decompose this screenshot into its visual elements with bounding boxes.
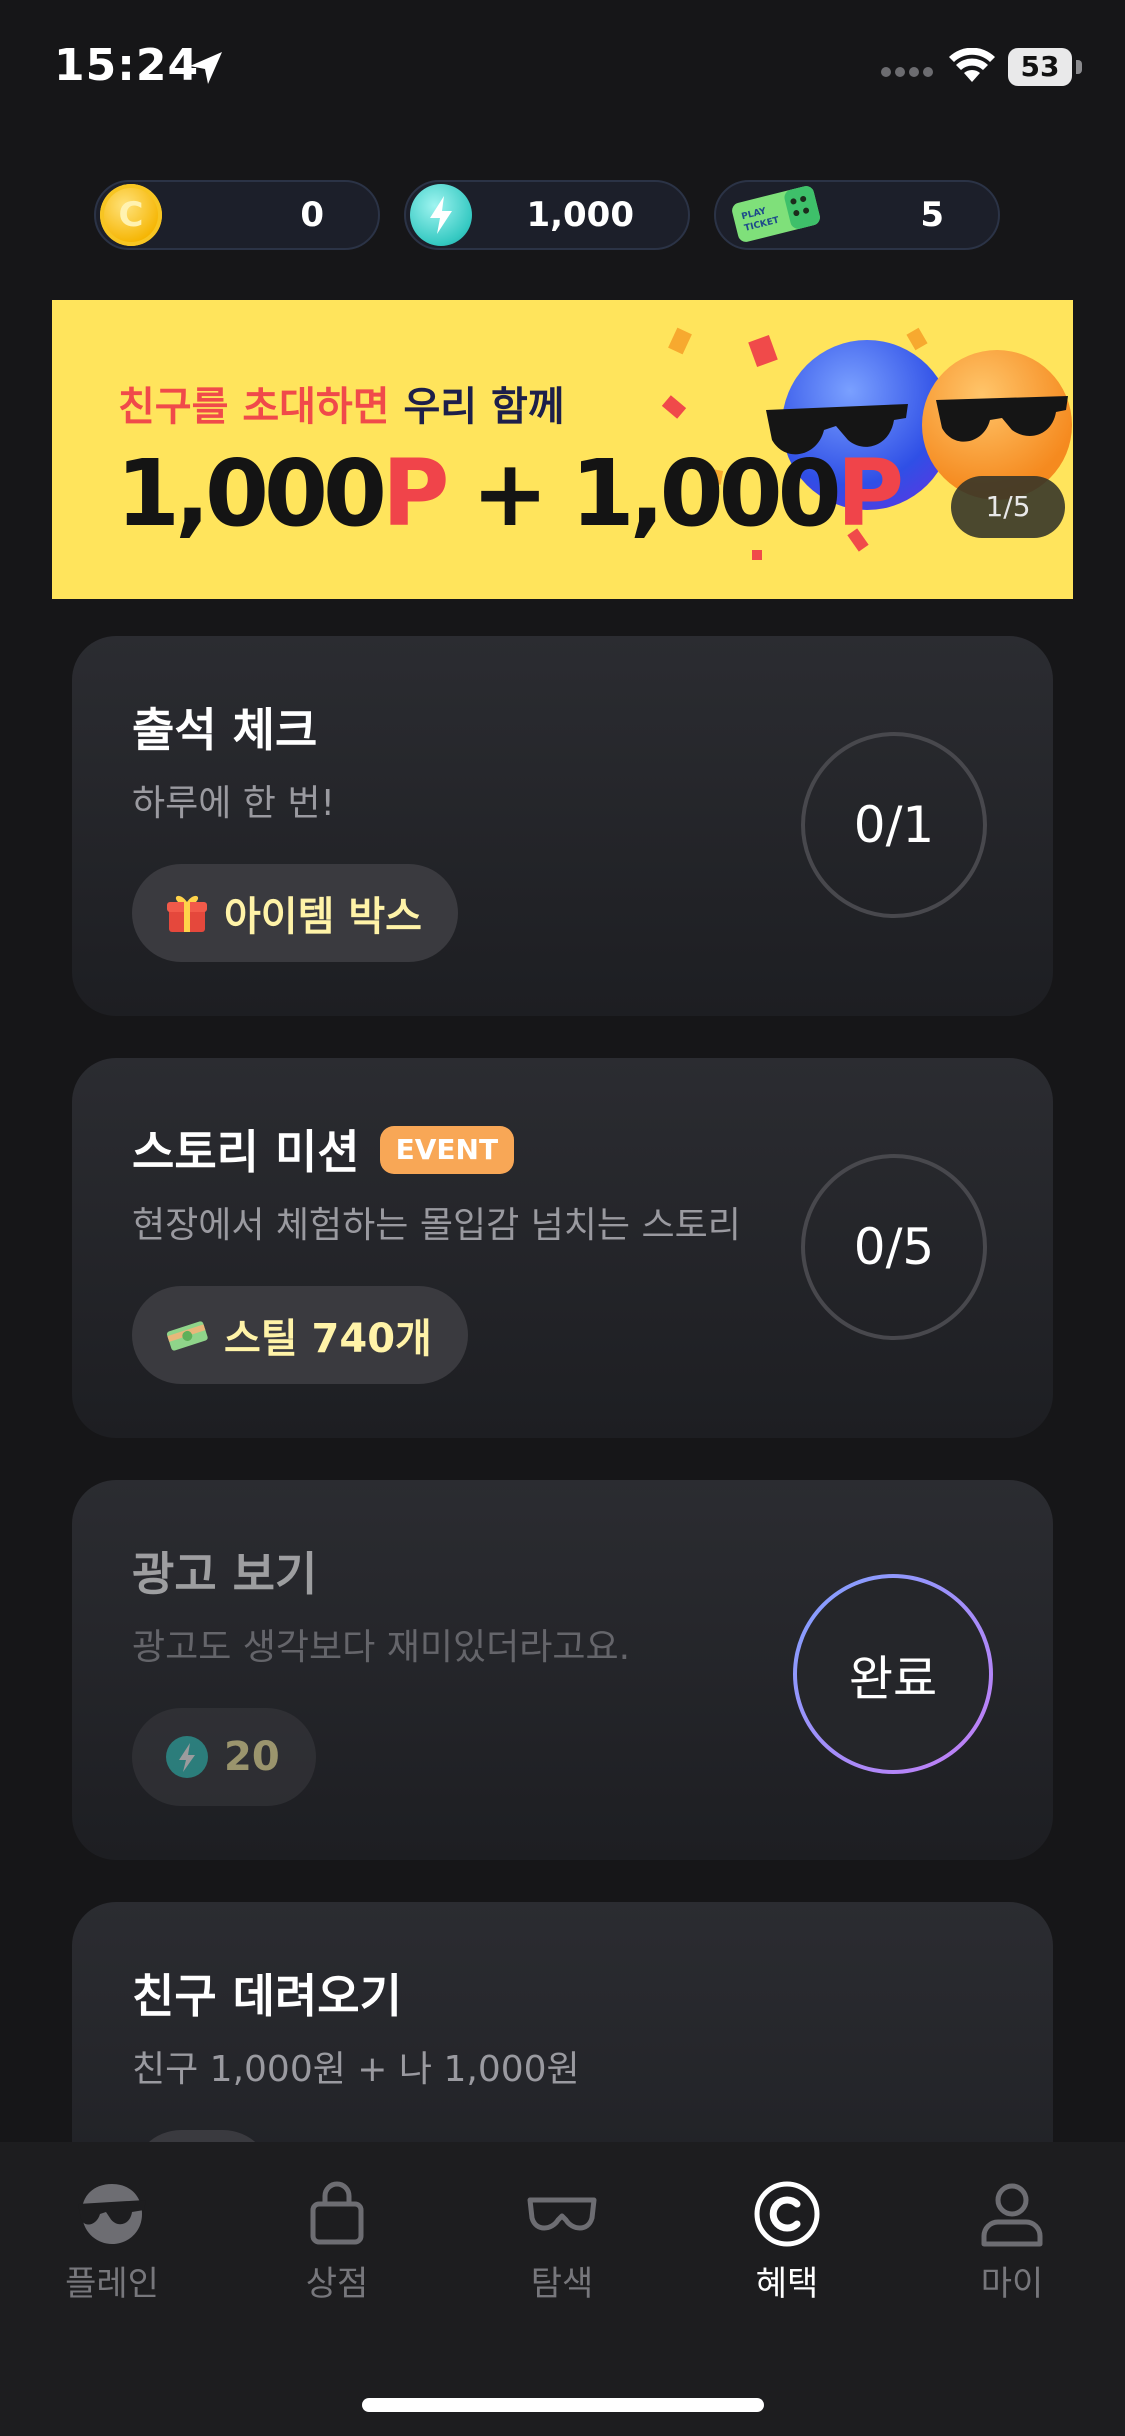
card-title: 광고 보기 — [132, 1547, 318, 1601]
sunglasses-icon — [936, 396, 1068, 442]
progress-ring: 0/1 — [801, 732, 987, 918]
banner-page-counter: 1/5 — [951, 476, 1065, 538]
reward-chip: 아이템 박스 — [132, 864, 458, 962]
banner-headline-dark: 우리 함께 — [403, 384, 565, 430]
confetti-piece — [748, 335, 778, 367]
reward-chip: 스틸 740개 — [132, 1286, 468, 1384]
reward-chip: 20 — [132, 1708, 316, 1806]
energy-bolt-icon — [166, 1736, 208, 1778]
card-title: 스토리 미션 — [132, 1125, 360, 1179]
reward-label: 아이템 박스 — [224, 894, 422, 940]
tab-label: 탐색 — [530, 2264, 594, 2304]
tab-playin[interactable]: 플레인 — [32, 2178, 192, 2305]
completed-ring: 완료 — [793, 1574, 993, 1774]
person-icon — [981, 2183, 1043, 2247]
ticket-balance: 5 — [920, 195, 944, 235]
card-subtitle: 친구 1,000원 + 나 1,000원 — [132, 2049, 580, 2090]
tab-label: 혜택 — [755, 2264, 819, 2304]
event-badge: EVENT — [379, 1125, 515, 1174]
reward-label: 20 — [224, 1734, 280, 1780]
energy-balance: 1,000 — [526, 195, 634, 235]
play-ticket-icon: PLAY TICKET — [732, 186, 820, 242]
tab-my[interactable]: 마이 — [932, 2178, 1092, 2305]
card-title-row: 스토리 미션 EVENT — [132, 1116, 515, 1182]
banner-p-a: P — [382, 440, 449, 547]
energy-balance-pill[interactable]: 1,000 — [404, 180, 690, 250]
coin-icon: C — [100, 184, 162, 246]
tab-label: 플레인 — [65, 2264, 159, 2304]
clock: 15:24 — [54, 40, 200, 91]
attendance-check-card[interactable]: 출석 체크 하루에 한 번! 아이템 박스 0/1 — [72, 636, 1053, 1016]
battery-indicator: 53 — [1008, 48, 1084, 86]
banner-amount-a: 1,000 — [116, 440, 387, 547]
banner-plus: + — [444, 440, 571, 547]
location-arrow-icon — [190, 52, 222, 84]
tab-benefits[interactable]: 혜택 — [707, 2178, 867, 2305]
tab-label: 상점 — [305, 2264, 369, 2304]
home-indicator[interactable] — [362, 2398, 764, 2412]
card-subtitle: 하루에 한 번! — [132, 783, 335, 824]
coin-c-icon — [754, 2181, 820, 2247]
cellular-signal-icon — [881, 67, 933, 77]
player-face-icon — [78, 2184, 146, 2244]
bottom-tab-bar: 플레인 상점 탐색 혜택 마이 — [0, 2142, 1125, 2436]
banner-headline-red: 친구를 초대하면 — [118, 384, 390, 430]
completed-label: 완료 — [848, 1651, 938, 1707]
wifi-icon — [949, 48, 995, 82]
confetti-piece — [661, 395, 687, 419]
progress-ring: 0/5 — [801, 1154, 987, 1340]
banner-p-b: P — [836, 440, 904, 547]
energy-bolt-icon — [410, 184, 472, 246]
reward-label: 스틸 740개 — [224, 1316, 432, 1362]
story-mission-card[interactable]: 스토리 미션 EVENT 현장에서 체험하는 몰입감 넘치는 스토리 스틸 740… — [72, 1058, 1053, 1438]
card-title: 출석 체크 — [132, 703, 318, 757]
ticket-balance-pill[interactable]: PLAY TICKET 5 — [714, 180, 1000, 250]
coin-balance-pill[interactable]: C 0 — [94, 180, 380, 250]
banner-headline: 친구를 초대하면 우리 함께 — [118, 374, 565, 432]
card-subtitle: 현장에서 체험하는 몰입감 넘치는 스토리 — [132, 1205, 741, 1246]
vr-goggles-icon — [527, 2197, 597, 2231]
tab-explore[interactable]: 탐색 — [482, 2178, 642, 2305]
gift-box-icon — [167, 895, 207, 932]
shopping-bag-icon — [310, 2181, 364, 2245]
confetti-piece — [906, 327, 928, 351]
battery-level: 53 — [1008, 48, 1072, 86]
invite-friend-banner[interactable]: 친구를 초대하면 우리 함께 1,000P + 1,000P 1/5 — [52, 300, 1073, 599]
banner-amount: 1,000P + 1,000P — [116, 440, 904, 547]
progress-text: 0/5 — [853, 1218, 935, 1276]
progress-text: 0/1 — [853, 796, 935, 854]
confetti-piece — [668, 327, 692, 355]
coin-balance: 0 — [300, 195, 324, 235]
battery-tip — [1076, 60, 1082, 74]
watch-ad-card[interactable]: 광고 보기 광고도 생각보다 재미있더라고요. 20 완료 — [72, 1480, 1053, 1860]
confetti-piece — [752, 550, 762, 560]
money-stack-icon — [166, 1321, 208, 1351]
card-title: 친구 데려오기 — [132, 1969, 402, 2023]
banner-amount-b: 1,000 — [570, 440, 842, 547]
status-bar: 15:24 53 — [0, 0, 1125, 130]
tab-shop[interactable]: 상점 — [257, 2178, 417, 2305]
card-subtitle: 광고도 생각보다 재미있더라고요. — [132, 1627, 631, 1668]
tab-label: 마이 — [980, 2264, 1044, 2304]
